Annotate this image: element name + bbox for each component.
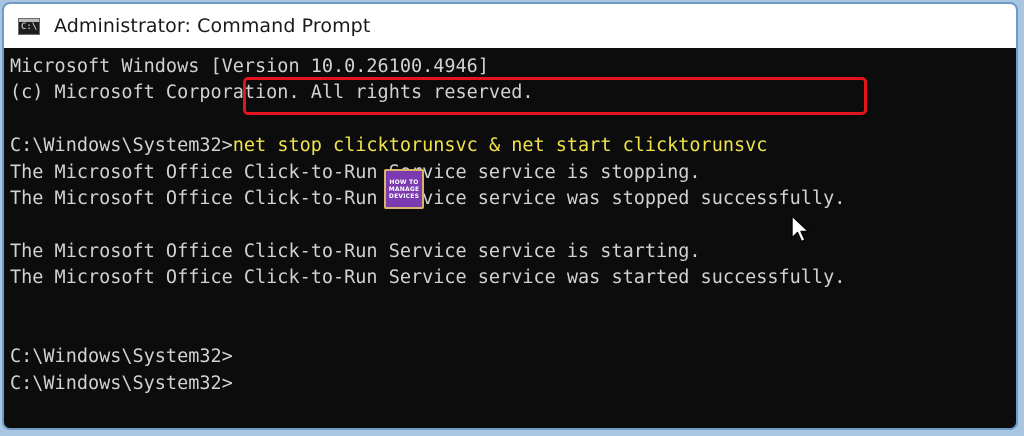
title-bar[interactable]: C:\ Administrator: Command Prompt: [4, 4, 1016, 48]
watermark-line: DEVICES: [388, 192, 420, 200]
prompt-text: C:\Windows\System32>: [10, 135, 233, 157]
console-line: The Microsoft Office Click-to-Run Servic…: [10, 240, 701, 262]
watermark-line: MANAGE: [388, 185, 420, 193]
cmd-icon: C:\: [18, 17, 40, 35]
command-highlight-box: [243, 77, 867, 115]
command-prompt-window: C:\ Administrator: Command Prompt Micros…: [2, 2, 1018, 430]
window-title: Administrator: Command Prompt: [54, 15, 371, 37]
console-line: The Microsoft Office Click-to-Run Servic…: [10, 187, 846, 209]
mouse-cursor-icon: [791, 215, 810, 243]
prompt-line: C:\Windows\System32>net stop clicktoruns…: [10, 133, 1016, 159]
prompt-line: C:\Windows\System32>: [10, 346, 233, 368]
console-line: The Microsoft Office Click-to-Run Servic…: [10, 161, 701, 183]
watermark-logo: HOW TO MANAGE DEVICES: [384, 169, 424, 209]
console-line: The Microsoft Office Click-to-Run Servic…: [10, 267, 846, 289]
active-prompt-line[interactable]: C:\Windows\System32>: [10, 371, 1016, 397]
command-text: net stop clicktorunsvc & net start click…: [232, 135, 768, 157]
watermark-line: HOW TO: [389, 178, 419, 186]
